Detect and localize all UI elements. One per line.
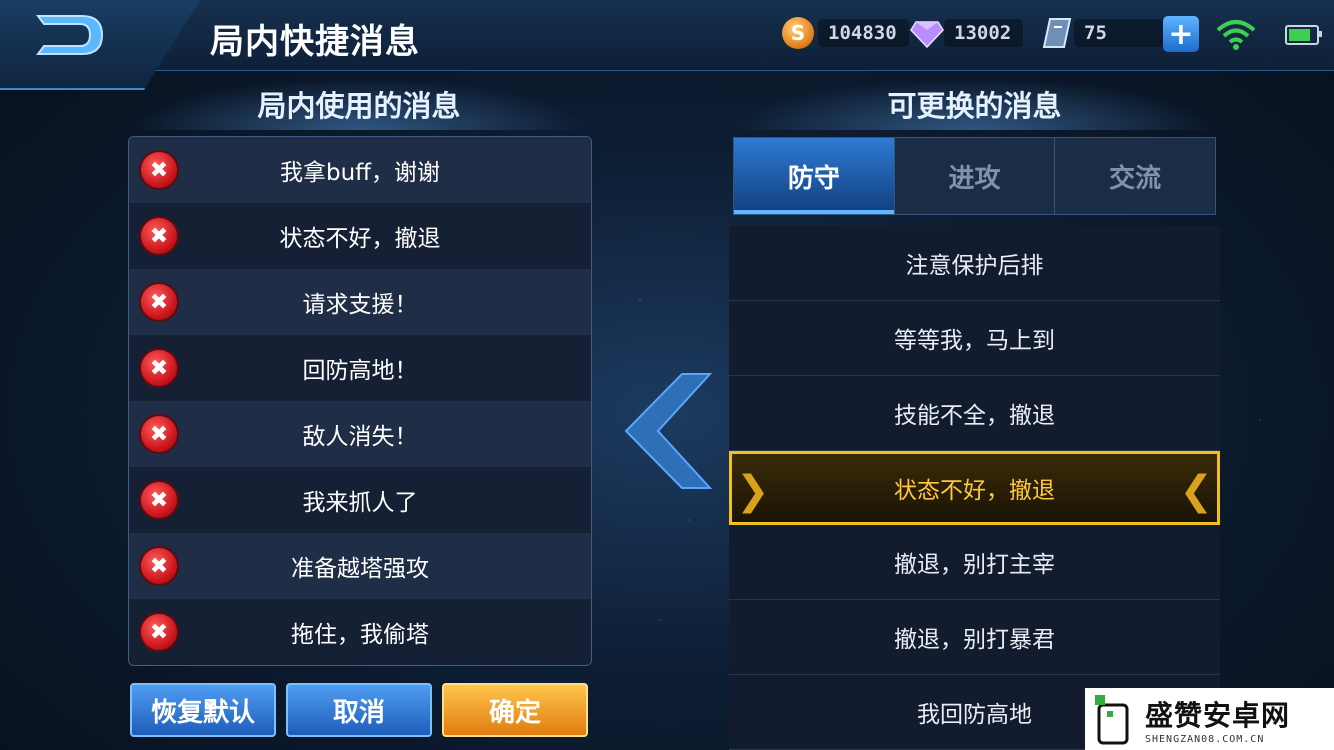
wifi-icon: [1216, 20, 1256, 50]
tab-attack[interactable]: 进攻: [895, 138, 1056, 214]
back-icon: [36, 15, 104, 55]
add-currency-button[interactable]: +: [1163, 16, 1199, 52]
list-item[interactable]: ✖ 回防高地！: [129, 335, 591, 401]
watermark: 盛赞安卓网 SHENGZAN08.COM.CN: [1085, 688, 1334, 750]
coupon-counter: 75: [1040, 18, 1172, 48]
list-item[interactable]: ✖ 请求支援！: [129, 269, 591, 335]
diamond-icon: [910, 21, 944, 48]
category-tabs: 防守 进攻 交流: [733, 137, 1216, 215]
remove-icon[interactable]: ✖: [139, 282, 179, 322]
list-item[interactable]: ✖ 准备越塔强攻: [129, 533, 591, 599]
tab-chat[interactable]: 交流: [1055, 138, 1215, 214]
remove-icon[interactable]: ✖: [139, 546, 179, 586]
remove-icon[interactable]: ✖: [139, 414, 179, 454]
left-panel-title: 局内使用的消息: [128, 78, 590, 130]
tab-defense[interactable]: 防守: [734, 138, 895, 214]
gold-coin-icon: S: [782, 17, 814, 49]
list-item[interactable]: ✖ 我来抓人了: [129, 467, 591, 533]
list-item[interactable]: ✖ 状态不好，撤退: [129, 203, 591, 269]
coupon-icon: [1042, 18, 1072, 48]
diamond-counter: 13002: [910, 18, 1024, 48]
right-panel-title: 可更换的消息: [729, 78, 1220, 130]
list-item[interactable]: ✖ 敌人消失！: [129, 401, 591, 467]
list-item[interactable]: 撤退，别打暴君: [729, 600, 1220, 675]
remove-icon[interactable]: ✖: [139, 216, 179, 256]
remove-icon[interactable]: ✖: [139, 150, 179, 190]
chevron-left-icon[interactable]: [622, 372, 712, 490]
battery-icon: [1285, 25, 1322, 45]
list-item[interactable]: ✖ 我拿buff，谢谢: [129, 137, 591, 203]
list-item-selected[interactable]: ❯ 状态不好，撤退 ❮: [729, 451, 1220, 525]
remove-icon[interactable]: ✖: [139, 348, 179, 388]
phone-logo-icon: [1095, 695, 1129, 745]
used-messages-list: ✖ 我拿buff，谢谢 ✖ 状态不好，撤退 ✖ 请求支援！ ✖ 回防高地！ ✖ 敌人消失！…: [128, 136, 592, 666]
page-title: 局内快捷消息: [210, 22, 420, 62]
list-item[interactable]: 技能不全，撤退: [729, 376, 1220, 451]
cancel-button[interactable]: 取消: [286, 683, 432, 737]
list-item[interactable]: 撤退，别打主宰: [729, 525, 1220, 600]
list-item[interactable]: 等等我，马上到: [729, 301, 1220, 376]
gold-counter: S 104830: [782, 17, 909, 49]
plus-icon: +: [1168, 16, 1194, 52]
remove-icon[interactable]: ✖: [139, 612, 179, 652]
confirm-button[interactable]: 确定: [442, 683, 588, 737]
chevron-left-icon: ❮: [1179, 468, 1213, 514]
list-item[interactable]: ✖ 拖住，我偷塔: [129, 599, 591, 665]
restore-default-button[interactable]: 恢复默认: [130, 683, 276, 737]
list-item[interactable]: 注意保护后排: [729, 226, 1220, 301]
chevron-right-icon: ❯: [736, 468, 770, 514]
available-messages-list: 注意保护后排 等等我，马上到 技能不全，撤退 ❯ 状态不好，撤退 ❮ 撤退，别打…: [729, 226, 1220, 750]
remove-icon[interactable]: ✖: [139, 480, 179, 520]
